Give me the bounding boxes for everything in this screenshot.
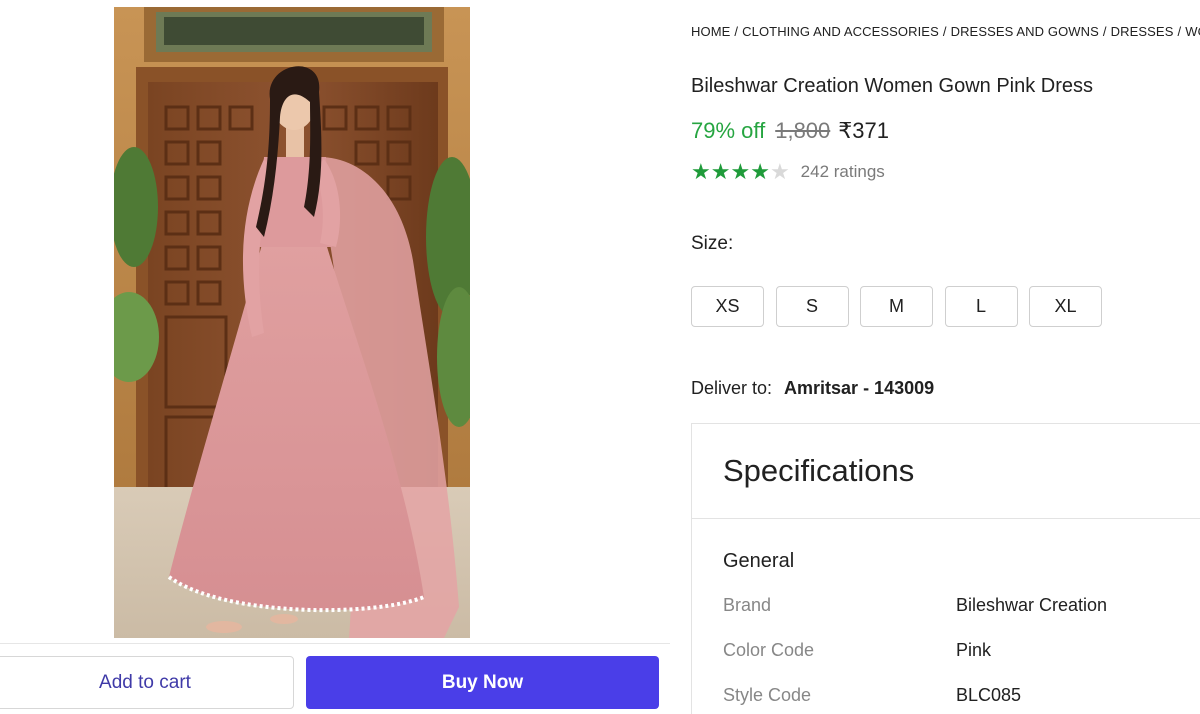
breadcrumb-dresses-and-gowns[interactable]: DRESSES AND GOWNS	[951, 24, 1099, 39]
size-option-l[interactable]: L	[944, 286, 1018, 327]
star-filled-icon: ★	[730, 159, 751, 184]
spec-key: Style Code	[723, 685, 812, 705]
delivery-location[interactable]: Deliver to: Amritsar - 143009	[691, 378, 934, 399]
star-empty-icon: ★	[769, 159, 790, 184]
spec-key: Brand	[723, 595, 772, 615]
breadcrumb-separator: /	[1177, 24, 1182, 39]
breadcrumb-dresses[interactable]: DRESSES	[1111, 24, 1174, 39]
breadcrumb: HOME / CLOTHING AND ACCESSORIES / DRESSES AN…	[691, 24, 1200, 39]
breadcrumb-home[interactable]: HOME	[691, 24, 730, 39]
spec-key: Color Code	[723, 640, 815, 660]
rating-row: ★ ★ ★ ★ ★ 242 ratings	[691, 160, 885, 184]
spec-value: Bileshwar Creation	[956, 595, 1108, 615]
specifications-heading: Specifications	[692, 424, 1200, 519]
breadcrumb-separator: /	[1102, 24, 1107, 39]
spec-value: BLC085	[956, 685, 1022, 705]
star-rating: ★ ★ ★ ★ ★	[691, 160, 790, 184]
deliver-to-label: Deliver to:	[691, 378, 773, 398]
star-filled-icon: ★	[691, 159, 711, 184]
breadcrumb-separator: /	[734, 24, 739, 39]
bottom-action-bar: Add to cart Buy Now	[0, 643, 670, 714]
size-option-m[interactable]: M	[860, 286, 933, 327]
delivery-pincode[interactable]: Amritsar - 143009	[784, 378, 934, 399]
star-filled-icon: ★	[750, 159, 770, 184]
size-options: XS S M L XL	[691, 286, 1114, 327]
size-label: Size:	[691, 233, 734, 254]
selling-price: ₹371	[838, 118, 889, 143]
spec-group-title: General	[723, 550, 795, 572]
buy-now-button[interactable]: Buy Now	[306, 656, 659, 709]
product-image[interactable]	[114, 7, 470, 638]
discount-percent: 79% off	[691, 118, 766, 143]
size-option-xs[interactable]: XS	[691, 286, 764, 327]
product-photo-illustration	[114, 7, 470, 638]
star-filled-icon: ★	[710, 159, 731, 184]
spec-value: Pink	[956, 640, 992, 660]
product-title: Bileshwar Creation Women Gown Pink Dress	[691, 75, 1094, 97]
original-price: 1,800	[775, 118, 831, 143]
ratings-count[interactable]: 242 ratings	[801, 162, 885, 182]
add-to-cart-button[interactable]: Add to cart	[0, 656, 294, 709]
breadcrumb-clothing[interactable]: CLOTHING AND ACCESSORIES	[742, 24, 939, 39]
breadcrumb-women[interactable]: WOMEN	[1185, 24, 1200, 39]
specifications-panel: Specifications General Brand Bileshwar C…	[691, 423, 1200, 714]
breadcrumb-separator: /	[942, 24, 947, 39]
price-row: 79% off 1,800 ₹371	[691, 118, 889, 144]
size-option-s[interactable]: S	[775, 286, 849, 327]
size-option-xl[interactable]: XL	[1029, 286, 1102, 327]
